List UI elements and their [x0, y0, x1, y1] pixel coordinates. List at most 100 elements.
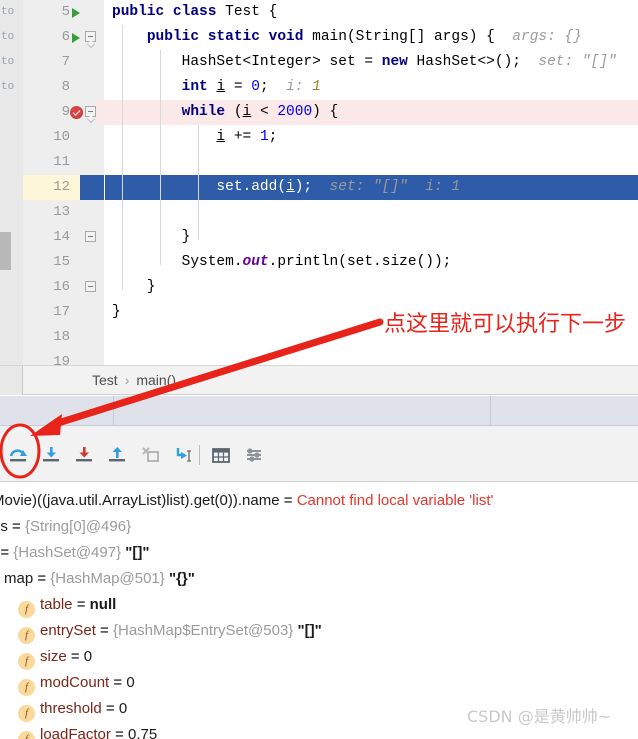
- step-over-icon: [9, 449, 27, 462]
- code-fold-marker-icon[interactable]: [85, 231, 96, 242]
- variable-row[interactable]: t = {HashSet@497} "[]": [0, 540, 149, 566]
- line-number: 7: [61, 54, 70, 70]
- step-out-icon: [109, 447, 125, 462]
- run-gutter-arrow-icon[interactable]: [72, 33, 80, 43]
- code-line[interactable]: int i = 0; i: 1: [112, 75, 321, 100]
- variable-equals: =: [37, 570, 47, 587]
- variable-equals: =: [70, 648, 80, 665]
- step-out-button[interactable]: [105, 443, 133, 467]
- toolbar-settings-button[interactable]: [241, 443, 269, 467]
- variable-name: table: [40, 596, 73, 613]
- indent-guide-2: [160, 50, 161, 265]
- variable-row[interactable]: f size = 0: [18, 644, 92, 670]
- code-line[interactable]: }: [112, 275, 156, 300]
- left-strip-ghost-label: to: [1, 6, 15, 18]
- breadcrumb-left-strip: [0, 366, 23, 395]
- breadcrumb-item-class[interactable]: Test: [92, 372, 118, 388]
- variable-value: {String[0]@496}: [24, 518, 132, 535]
- line-number: 18: [53, 329, 70, 345]
- breakpoint-icon[interactable]: [70, 106, 83, 119]
- code-line[interactable]: set.add(i); set: "[]" i: 1: [112, 175, 460, 200]
- line-number: 11: [53, 154, 70, 170]
- variable-row[interactable]: Movie)((java.util.ArrayList)list).get(0)…: [0, 488, 493, 514]
- run-gutter-arrow-icon[interactable]: [72, 8, 80, 18]
- tabbar-divider-right: [490, 396, 491, 426]
- breadcrumb-separator-icon: ›: [124, 372, 130, 388]
- variable-row[interactable]: f modCount = 0: [18, 670, 135, 696]
- indent-guide-3: [198, 125, 199, 240]
- code-line[interactable]: HashSet<Integer> set = new HashSet<>(); …: [112, 50, 617, 75]
- debug-tool-window-tabbar[interactable]: [0, 396, 638, 426]
- field-icon: f: [18, 705, 35, 722]
- field-icon: f: [18, 679, 35, 696]
- field-icon: f: [18, 601, 35, 618]
- left-strip-ghost-label: to: [1, 81, 15, 93]
- variable-name: threshold: [40, 700, 102, 717]
- variable-value-string: "{}": [168, 570, 195, 587]
- breadcrumb-item-method[interactable]: main(): [136, 372, 176, 388]
- variable-equals: =: [76, 596, 86, 613]
- variable-row[interactable]: f threshold = 0: [18, 696, 127, 722]
- variable-row[interactable]: f loadFactor = 0.75: [18, 722, 157, 739]
- line-number: 15: [53, 254, 70, 270]
- code-line[interactable]: public class Test {: [112, 0, 277, 25]
- variable-equals: =: [283, 492, 293, 509]
- force-step-into-icon: [76, 447, 92, 462]
- line-number: 12: [53, 179, 70, 195]
- breakpoint-fold-highlight: [96, 100, 104, 125]
- variable-row[interactable]: map = {HashMap@501} "{}": [0, 566, 195, 592]
- toolbar-separator: [199, 445, 200, 465]
- code-line[interactable]: }: [112, 300, 121, 325]
- variable-value: null: [89, 596, 117, 613]
- code-fold-marker-icon[interactable]: [85, 31, 96, 42]
- debugger-stepping-toolbar[interactable]: [0, 426, 638, 482]
- variable-name: loadFactor: [40, 726, 111, 739]
- variable-value: 0: [83, 648, 93, 665]
- run-to-cursor-button[interactable]: [171, 443, 199, 467]
- code-fold-marker-icon[interactable]: [85, 106, 96, 117]
- line-number: 6: [61, 29, 70, 45]
- tabbar-divider-left: [113, 396, 114, 426]
- variable-name: map: [4, 570, 34, 587]
- line-number: 19: [53, 354, 70, 365]
- variable-equals: =: [0, 544, 10, 561]
- line-number: 10: [53, 129, 70, 145]
- force-step-into-button[interactable]: [72, 443, 100, 467]
- variable-equals: =: [113, 674, 123, 691]
- step-into-icon: [43, 447, 59, 462]
- run-to-cursor-icon: [176, 448, 191, 462]
- left-strip-ghost-label: to: [1, 56, 15, 68]
- step-into-button[interactable]: [39, 443, 67, 467]
- variable-value: Cannot find local variable 'list': [296, 492, 494, 509]
- settings-icon: [247, 448, 261, 462]
- variable-value: {HashMap@501}: [50, 570, 165, 587]
- drop-frame-button[interactable]: [138, 443, 166, 467]
- variable-value: 0: [126, 674, 135, 691]
- editor-vertical-scrollbar[interactable]: [0, 0, 11, 365]
- current-line-indent-guide-0: [104, 175, 105, 200]
- code-line[interactable]: public static void main(String[] args) {…: [112, 25, 582, 50]
- code-line[interactable]: System.out.println(set.size());: [112, 250, 452, 275]
- code-line[interactable]: }: [112, 225, 191, 250]
- code-editor[interactable]: 5 public class Test {6 public static void…: [0, 0, 638, 365]
- variable-row[interactable]: f table = null: [18, 592, 116, 618]
- editor-vertical-scrollbar-thumb[interactable]: [0, 232, 11, 270]
- code-line[interactable]: while (i < 2000) {: [112, 100, 339, 125]
- evaluate-expression-button[interactable]: [208, 443, 236, 467]
- field-icon: f: [18, 731, 35, 739]
- variable-row[interactable]: f entrySet = {HashMap$EntrySet@503} "[]": [18, 618, 322, 644]
- variable-equals: =: [115, 726, 124, 739]
- variable-value: {HashMap$EntrySet@503}: [112, 622, 294, 639]
- breadcrumb[interactable]: Test › main(): [0, 365, 638, 395]
- variable-value-string: "[]": [125, 544, 150, 561]
- variable-row[interactable]: gs = {String[0]@496}: [0, 514, 131, 540]
- step-over-button[interactable]: [6, 443, 34, 467]
- variable-name: gs: [0, 518, 8, 535]
- debugger-variables-panel[interactable]: Movie)((java.util.ArrayList)list).get(0)…: [0, 482, 638, 739]
- field-icon: f: [18, 653, 35, 670]
- code-fold-marker-icon[interactable]: [85, 281, 96, 292]
- variable-name: Movie)((java.util.ArrayList)list).get(0)…: [0, 492, 280, 509]
- indent-guide-1: [122, 25, 123, 290]
- line-number: 8: [61, 79, 70, 95]
- code-line[interactable]: i += 1;: [112, 125, 277, 150]
